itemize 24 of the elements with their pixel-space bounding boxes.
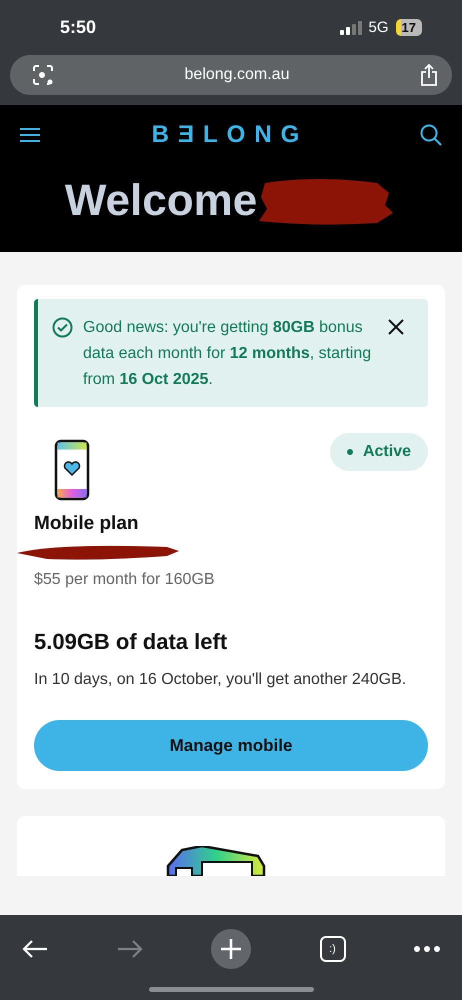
status-time: 5:50 — [60, 17, 96, 38]
status-badge: Active — [330, 433, 428, 471]
plan-title: Mobile plan — [34, 513, 140, 535]
logo[interactable]: BƎLONG — [152, 121, 308, 149]
lens-icon[interactable] — [32, 64, 54, 86]
back-arrow-icon[interactable] — [22, 939, 48, 959]
menu-icon[interactable] — [20, 127, 40, 143]
renewal-text: In 10 days, on 16 October, you'll get another 240GB. — [34, 670, 408, 690]
new-tab-icon[interactable] — [211, 929, 251, 969]
network-label: 5G — [368, 19, 389, 36]
welcome-heading: Welcome — [64, 176, 258, 226]
address-bar[interactable]: belong.com.au — [10, 55, 452, 95]
signal-icon — [340, 20, 362, 34]
check-circle-icon — [52, 317, 73, 338]
data-left-heading: 5.09GB of data left — [34, 629, 228, 655]
share-icon[interactable] — [420, 64, 438, 86]
notice-text: Good news: you're getting 80GB bonus data each month for 12 months, starting from 16 Oct 2025. — [83, 318, 372, 390]
more-icon[interactable] — [414, 946, 440, 952]
close-icon[interactable] — [388, 319, 404, 335]
search-icon[interactable] — [420, 124, 442, 146]
plan-price: $55 per month for 160GB — [34, 571, 216, 589]
tabs-button[interactable]: :) — [320, 936, 346, 962]
manage-mobile-button[interactable]: Manage mobile — [34, 720, 428, 771]
battery-level: 17 — [396, 19, 422, 36]
